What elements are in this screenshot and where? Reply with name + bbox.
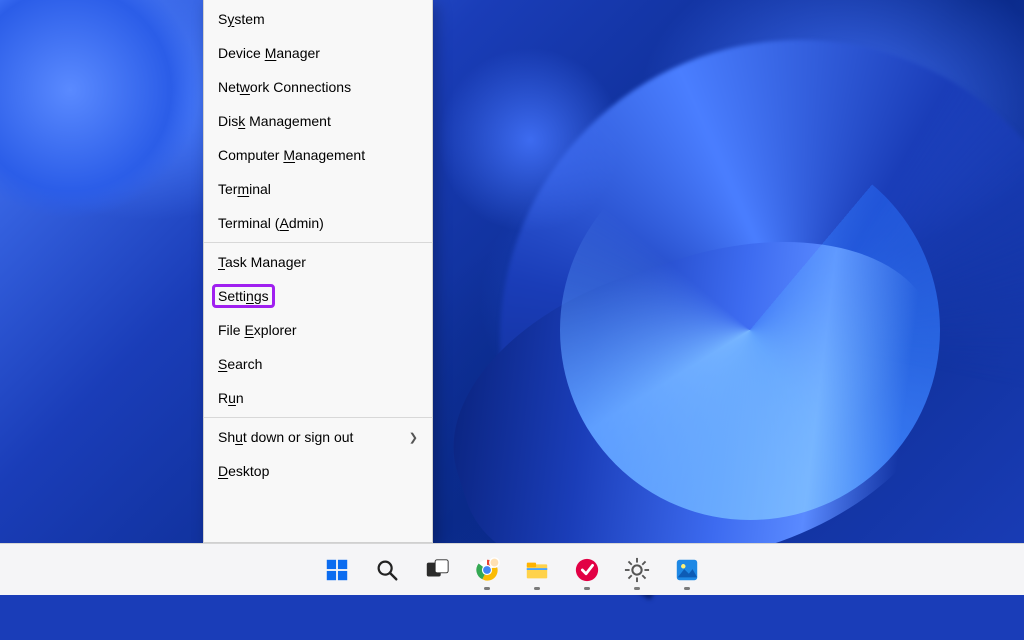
menu-item-terminal-admin[interactable]: Terminal (Admin) bbox=[204, 206, 432, 240]
menu-item-label: File Explorer bbox=[218, 322, 297, 338]
menu-separator bbox=[204, 242, 432, 243]
menu-item-label: Search bbox=[218, 356, 262, 372]
photos-button[interactable] bbox=[665, 548, 709, 592]
menu-item-label: Desktop bbox=[218, 463, 269, 479]
start-icon bbox=[323, 556, 351, 584]
menu-item-disk-management[interactable]: Disk Management bbox=[204, 104, 432, 138]
desktop-wallpaper bbox=[0, 0, 1024, 595]
start-button[interactable] bbox=[315, 548, 359, 592]
menu-separator bbox=[204, 417, 432, 418]
menu-item-system[interactable]: System bbox=[204, 2, 432, 36]
snagit-icon bbox=[573, 556, 601, 584]
menu-item-label: System bbox=[218, 11, 265, 27]
explorer-button[interactable] bbox=[515, 548, 559, 592]
chevron-right-icon: ❯ bbox=[409, 431, 418, 444]
settings-button[interactable] bbox=[615, 548, 659, 592]
menu-item-shut-down-or-sign-out[interactable]: Shut down or sign out ❯ bbox=[204, 420, 432, 454]
menu-item-terminal[interactable]: Terminal bbox=[204, 172, 432, 206]
running-indicator bbox=[634, 587, 640, 590]
search-icon bbox=[373, 556, 401, 584]
menu-item-run[interactable]: Run bbox=[204, 381, 432, 415]
search-button[interactable] bbox=[365, 548, 409, 592]
chrome-icon bbox=[473, 556, 501, 584]
menu-item-label: Shut down or sign out bbox=[218, 429, 353, 445]
menu-item-network-connections[interactable]: Network Connections bbox=[204, 70, 432, 104]
menu-item-label: Network Connections bbox=[218, 79, 351, 95]
menu-item-label: Task Manager bbox=[218, 254, 306, 270]
running-indicator bbox=[584, 587, 590, 590]
running-indicator bbox=[484, 587, 490, 590]
menu-item-file-explorer[interactable]: File Explorer bbox=[204, 313, 432, 347]
taskbar bbox=[0, 543, 1024, 595]
menu-item-label: Run bbox=[218, 390, 244, 406]
menu-item-label: Terminal bbox=[218, 181, 271, 197]
taskview-icon bbox=[423, 556, 451, 584]
menu-item-label: Terminal (Admin) bbox=[218, 215, 324, 231]
menu-item-label: Disk Management bbox=[218, 113, 331, 129]
menu-item-search[interactable]: Search bbox=[204, 347, 432, 381]
menu-item-device-manager[interactable]: Device Manager bbox=[204, 36, 432, 70]
winx-menu: System Device Manager Network Connections D… bbox=[203, 0, 433, 543]
running-indicator bbox=[684, 587, 690, 590]
settings-icon bbox=[623, 556, 651, 584]
running-indicator bbox=[534, 587, 540, 590]
taskview-button[interactable] bbox=[415, 548, 459, 592]
snagit-button[interactable] bbox=[565, 548, 609, 592]
menu-item-label: Settings bbox=[218, 288, 269, 304]
menu-item-desktop[interactable]: Desktop bbox=[204, 454, 432, 488]
menu-item-label: Computer Management bbox=[218, 147, 365, 163]
photos-icon bbox=[673, 556, 701, 584]
chrome-button[interactable] bbox=[465, 548, 509, 592]
menu-item-label: Device Manager bbox=[218, 45, 320, 61]
menu-item-task-manager[interactable]: Task Manager bbox=[204, 245, 432, 279]
explorer-icon bbox=[523, 556, 551, 584]
menu-item-computer-management[interactable]: Computer Management bbox=[204, 138, 432, 172]
menu-item-settings[interactable]: Settings bbox=[204, 279, 432, 313]
